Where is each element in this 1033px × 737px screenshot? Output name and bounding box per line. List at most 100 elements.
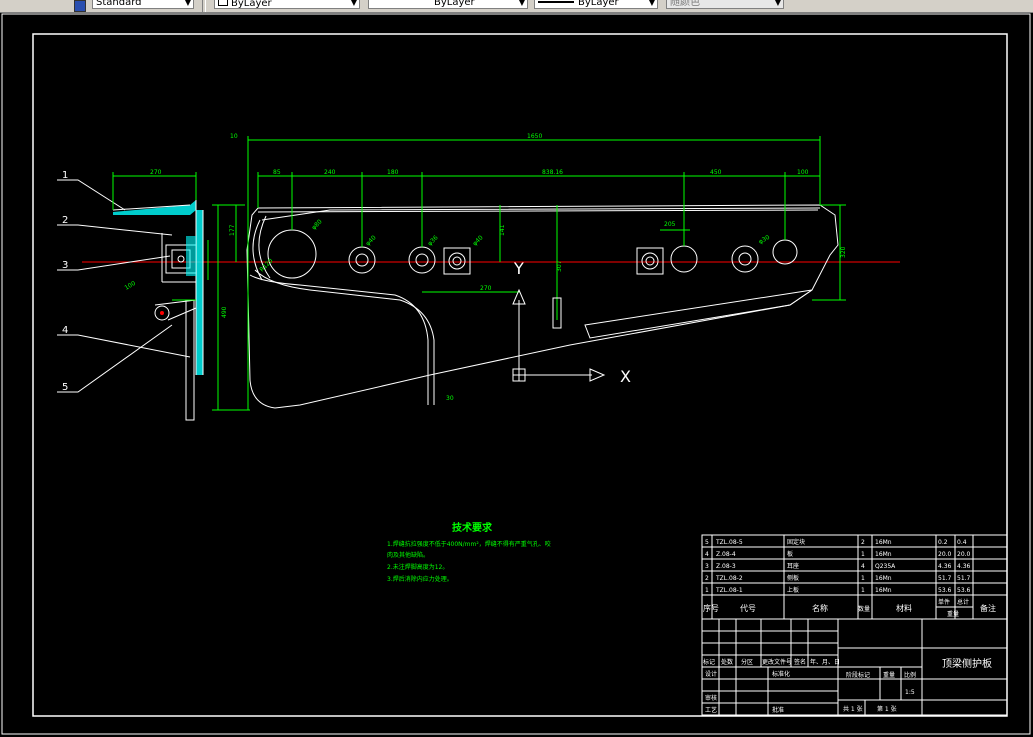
bom-cell: 4.36 xyxy=(938,563,952,570)
dim-side-width: 270 xyxy=(150,169,162,176)
lineweight-control-dropdown[interactable]: ByLayer ▼ xyxy=(534,0,658,9)
text-style-dropdown[interactable]: Standard ▼ xyxy=(92,0,194,9)
leader-label-2: 2 xyxy=(62,215,68,226)
chevron-down-icon: ▼ xyxy=(184,0,191,7)
dim-phi36: φ36 xyxy=(426,234,439,247)
dim-phi40-b: φ40 xyxy=(471,234,484,247)
bom-cell: TZL.08-2 xyxy=(715,575,743,582)
dim-450: 450 xyxy=(710,169,722,176)
bom-row: 5 TZL.08-5 固定块 2 16Mn 0.2 0.4 xyxy=(705,538,967,546)
side-section-view xyxy=(112,200,204,421)
bom-cell: 51.7 xyxy=(957,575,971,582)
ucs-icon[interactable] xyxy=(512,288,606,382)
tb-sheets: 共 1 张 xyxy=(843,705,863,713)
bom-cell: 16Mn xyxy=(875,575,892,582)
tb-sign: 签名 xyxy=(794,658,806,666)
bom-row: 4 Z.08-4 板 1 16Mn 20.0 20.0 xyxy=(705,550,971,558)
bom-rows: 5 TZL.08-5 固定块 2 16Mn 0.2 0.4 4 Z.08-4 板… xyxy=(703,538,996,618)
dim-10: 10 xyxy=(230,133,238,140)
dim-side-height: 490 xyxy=(221,306,228,318)
dim-phi40-a: φ40 xyxy=(364,234,377,247)
bom-header-weight: 重量 xyxy=(947,610,959,618)
leader-label-1: 1 xyxy=(62,170,68,181)
plot-style-value: 随颜色 xyxy=(670,0,700,8)
bom-header-qty: 数量 xyxy=(858,605,870,613)
tb-check: 审核 xyxy=(705,694,717,702)
tb-approve: 批准 xyxy=(772,706,784,714)
chevron-down-icon: ▼ xyxy=(648,0,655,7)
bom-cell: Z.08-4 xyxy=(716,551,736,558)
dim-838: 838.16 xyxy=(542,169,563,176)
bom-cell: 耳座 xyxy=(787,562,799,570)
leader-label-5: 5 xyxy=(62,382,68,393)
bom-cell: 板 xyxy=(787,550,793,558)
tb-weight: 重量 xyxy=(883,671,895,679)
bom-header-material: 材料 xyxy=(896,603,912,613)
bom-cell: 1 xyxy=(861,575,865,582)
bom-cell: 侧板 xyxy=(787,574,799,582)
leader-label-4: 4 xyxy=(62,325,68,336)
tb-sheet-no: 第 1 张 xyxy=(877,705,897,713)
bom-cell: 2 xyxy=(705,575,709,582)
bom-cell: 3 xyxy=(705,563,709,570)
plot-style-dropdown[interactable]: 随颜色 ▼ xyxy=(666,0,784,9)
dim-side-100: 100 xyxy=(124,280,138,292)
dim-30: 30 xyxy=(446,395,454,402)
dim-240: 240 xyxy=(324,169,336,176)
dim-hole-spacing: 205 xyxy=(664,221,676,228)
bom-cell: 53.6 xyxy=(938,587,952,594)
notes-line-1: 1.焊缝抗拉强度不低于400N/mm²，焊缝不得有严重气孔、咬 xyxy=(387,540,551,548)
tb-process: 工艺 xyxy=(705,706,717,714)
color-control-value: ByLayer xyxy=(231,0,272,9)
dim-phi80: φ80 xyxy=(310,218,323,231)
bom-cell: 16Mn xyxy=(875,551,892,558)
chevron-down-icon: ▼ xyxy=(350,0,357,7)
main-plate-view xyxy=(246,204,839,409)
chevron-down-icon: ▼ xyxy=(518,0,525,7)
title-block-text: 标记 处数 分区 更改文件号 签名 年、月、日 设计 标准化 审核 工艺 批准 … xyxy=(703,657,992,714)
notes-line-4: 3.焊后消除内应力处理。 xyxy=(387,575,453,583)
bom-cell: 16Mn xyxy=(875,587,892,594)
bom-cell: Z.08-3 xyxy=(716,563,736,570)
dim-100: 100 xyxy=(797,169,809,176)
bom-header-unit: 单件 xyxy=(938,598,950,606)
tb-standard: 标准化 xyxy=(772,670,790,678)
dim-270: 270 xyxy=(480,285,492,292)
notes-title: 技术要求 xyxy=(452,521,493,534)
linetype-control-dropdown[interactable]: ByLayer ▼ xyxy=(368,0,528,9)
ucs-x-label: X xyxy=(620,367,631,386)
tb-part-name: 顶梁侧护板 xyxy=(942,657,992,670)
technical-notes: 技术要求 1.焊缝抗拉强度不低于400N/mm²，焊缝不得有严重气孔、咬 肉及其… xyxy=(387,521,551,583)
tb-count: 处数 xyxy=(721,658,733,666)
hole-pattern xyxy=(267,229,798,279)
bom-cell: 2 xyxy=(861,539,865,546)
text-style-icon[interactable] xyxy=(74,0,86,12)
notes-line-2: 肉及其他缺陷。 xyxy=(387,551,429,559)
bom-cell: 16Mn xyxy=(875,539,892,546)
bom-cell: TZL.08-5 xyxy=(715,539,743,546)
color-control-dropdown[interactable]: ByLayer ▼ xyxy=(214,0,360,9)
lineweight-preview xyxy=(538,1,574,3)
bom-cell: 4 xyxy=(705,551,709,558)
tb-ratio: 比例 xyxy=(904,671,916,679)
lineweight-control-value: ByLayer xyxy=(578,0,619,8)
tb-date: 年、月、日 xyxy=(810,658,840,666)
bom-header-remark: 备注 xyxy=(980,603,996,613)
bom-header-no: 序号 xyxy=(703,603,719,613)
bom-cell: 5 xyxy=(705,539,709,546)
bom-cell: Q235A xyxy=(875,563,896,570)
bom-header-total: 总计 xyxy=(957,598,969,606)
bom-header-code: 代号 xyxy=(740,603,756,613)
dim-177: 177 xyxy=(229,224,236,236)
dim-320: 320 xyxy=(840,246,847,258)
main-dimensions xyxy=(235,136,846,410)
drawing-canvas[interactable]: 1 2 3 4 5 270 490 1650 10 85 240 180 838… xyxy=(0,12,1033,737)
bom-cell: 1 xyxy=(705,587,709,594)
bom-cell: 1 xyxy=(861,587,865,594)
tb-mark: 标记 xyxy=(703,658,715,666)
dim-141: 141 xyxy=(499,224,506,236)
notes-line-3: 2.未注焊脚高度为12。 xyxy=(387,563,448,571)
toolbar-separator xyxy=(202,0,206,12)
bom-cell: 上板 xyxy=(787,586,799,594)
dim-180: 180 xyxy=(387,169,399,176)
